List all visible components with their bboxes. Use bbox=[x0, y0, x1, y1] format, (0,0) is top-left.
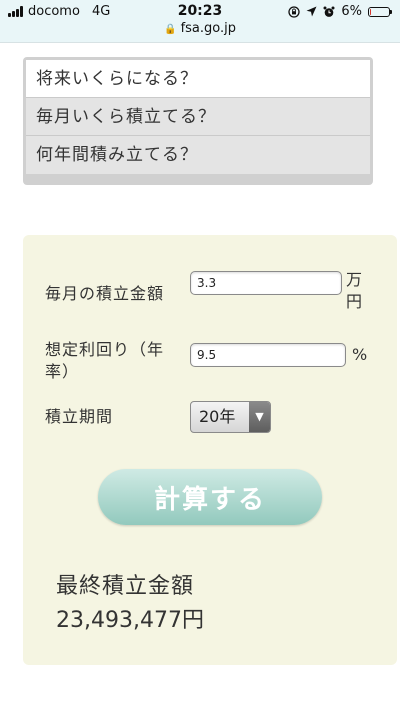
signal-icon bbox=[8, 6, 23, 17]
result-value: 23,493,477円 bbox=[56, 608, 204, 633]
network-type: 4G bbox=[91, 4, 111, 19]
lock-icon: 🔒 bbox=[163, 24, 177, 35]
calculate-button[interactable]: 計算する bbox=[98, 469, 322, 525]
carrier-name: docomo bbox=[28, 4, 80, 19]
return-rate-label: 想定利回り（年率） bbox=[45, 340, 165, 381]
battery-percent: 6% bbox=[341, 4, 362, 19]
status-bar-right: 6% bbox=[288, 4, 392, 19]
menu-item-future-value[interactable]: 将来いくらになる？ bbox=[26, 60, 370, 98]
battery-fill bbox=[370, 8, 371, 15]
menu-item-label: 毎月いくら積立てる？ bbox=[36, 107, 216, 127]
monthly-amount-unit: 万円 bbox=[346, 270, 363, 311]
calculator-panel: 毎月の積立金額 万円 想定利回り（年率） % 積立期間 20年 ▼ 計算する 最… bbox=[23, 235, 397, 665]
return-rate-input[interactable] bbox=[190, 343, 346, 367]
period-select[interactable]: 20年 ▼ bbox=[190, 401, 271, 433]
monthly-amount-input[interactable] bbox=[190, 271, 342, 295]
lock-rotation-icon bbox=[288, 5, 301, 18]
location-arrow-icon bbox=[306, 6, 317, 17]
status-bar: docomo 4G 20:23 6% 🔒 fsa.go.jp bbox=[0, 0, 400, 43]
menu-item-period[interactable]: 何年間積み立てる？ bbox=[26, 136, 370, 174]
monthly-amount-label: 毎月の積立金額 bbox=[45, 284, 165, 303]
url-bar[interactable]: 🔒 fsa.go.jp bbox=[0, 21, 400, 36]
result-label: 最終積立金額 bbox=[56, 574, 195, 599]
calc-mode-menu: 将来いくらになる？ 毎月いくら積立てる？ 何年間積み立てる？ bbox=[23, 57, 373, 185]
status-bar-left: docomo 4G bbox=[8, 4, 110, 19]
battery-icon bbox=[368, 6, 392, 17]
menu-item-monthly-amount[interactable]: 毎月いくら積立てる？ bbox=[26, 98, 370, 136]
chevron-down-icon: ▼ bbox=[249, 402, 270, 432]
status-time: 20:23 bbox=[177, 3, 223, 19]
return-rate-unit: % bbox=[352, 345, 368, 364]
period-select-value: 20年 bbox=[199, 407, 236, 426]
menu-item-label: 何年間積み立てる？ bbox=[36, 145, 198, 165]
url-text: fsa.go.jp bbox=[180, 21, 236, 36]
period-label: 積立期間 bbox=[45, 407, 114, 426]
alarm-icon bbox=[323, 6, 335, 17]
menu-item-label: 将来いくらになる？ bbox=[36, 69, 198, 89]
